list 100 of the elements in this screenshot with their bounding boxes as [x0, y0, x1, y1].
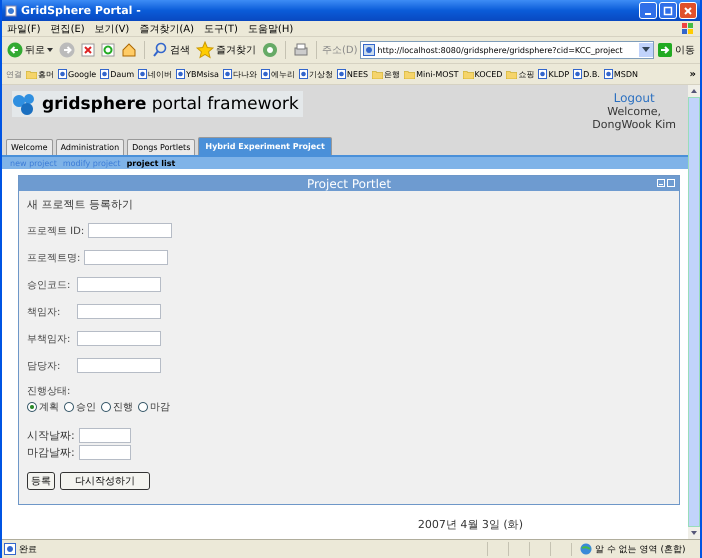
stop-button[interactable] — [79, 42, 97, 58]
logout-link[interactable]: Logout — [614, 91, 655, 105]
radio-button[interactable] — [64, 402, 74, 412]
status-text: 완료 — [2, 542, 487, 556]
page-icon — [58, 69, 67, 79]
page-icon — [362, 44, 375, 56]
link-item[interactable]: Google — [58, 69, 96, 79]
user-name: DongWook Kim — [592, 118, 676, 131]
caret-icon — [47, 48, 53, 52]
link-item[interactable]: 홍머 — [26, 68, 54, 80]
close-button[interactable] — [679, 2, 697, 19]
more-links-button[interactable]: » — [690, 68, 696, 80]
back-button[interactable]: 뒤로 — [5, 41, 55, 59]
menu-item[interactable]: 도구(T) — [204, 22, 238, 36]
page-icon — [538, 69, 548, 79]
media-button[interactable] — [260, 41, 280, 59]
menu-item[interactable]: 즐겨찾기(A) — [139, 22, 194, 36]
folder-icon — [404, 70, 416, 78]
window-title: GridSphere Portal - — [21, 4, 142, 17]
menu-item[interactable]: 도움말(H) — [248, 22, 294, 36]
input-field[interactable] — [77, 358, 161, 373]
page-icon — [604, 69, 613, 79]
menu-item[interactable]: 파일(F) — [7, 22, 41, 36]
page-icon — [100, 69, 110, 79]
link-item[interactable]: KLDP — [538, 69, 570, 79]
link-item[interactable]: 쇼핑 — [506, 68, 534, 80]
address-field[interactable]: http://localhost:8080/gridsphere/gridsphere?cid=KCC_project — [360, 41, 654, 59]
link-item[interactable]: 다나와 — [222, 68, 257, 80]
scroll-up-icon[interactable] — [691, 89, 697, 93]
dropdown-button[interactable] — [639, 43, 653, 57]
reset-button[interactable]: 다시작성하기 — [60, 472, 150, 490]
portlet-title: Project Portlet — [306, 176, 392, 190]
radio-label: 승인 — [76, 401, 96, 414]
search-button[interactable]: 검색 — [150, 41, 192, 59]
printer-icon — [293, 42, 309, 58]
link-item[interactable]: YBMsisa — [176, 69, 219, 79]
links-label: 연결 — [6, 68, 22, 80]
menu-item[interactable]: 보기(V) — [94, 22, 130, 36]
folder-icon — [506, 70, 518, 78]
search-icon — [152, 42, 168, 58]
radio-button[interactable] — [101, 402, 111, 412]
input-field[interactable] — [77, 304, 161, 319]
link-item[interactable]: MSDN — [604, 69, 638, 79]
input-field[interactable] — [77, 331, 161, 346]
date-text: 2007년 4월 3일 (화) — [416, 517, 524, 532]
tab[interactable]: Dongs Portlets — [127, 139, 196, 155]
logo: gridsphere portal framework — [12, 91, 303, 117]
field-label: 부책임자: — [27, 332, 72, 346]
minimize-icon[interactable] — [657, 179, 665, 187]
stop-icon — [81, 43, 95, 57]
link-item[interactable]: D.B. — [573, 69, 600, 79]
field-label: 프로젝트명: — [27, 252, 80, 264]
field-label: 시작날짜: — [27, 428, 75, 443]
link-item[interactable]: KOCED — [462, 70, 502, 78]
media-icon — [262, 42, 278, 58]
link-item[interactable]: Mini-MOST — [404, 70, 459, 78]
link-item[interactable]: 기상청 — [298, 68, 333, 80]
zone-text: 알 수 없는 영역 (혼합) — [571, 542, 700, 556]
radio-button[interactable] — [138, 402, 148, 412]
page-icon — [298, 69, 308, 79]
menu-item[interactable]: 편집(E) — [50, 22, 85, 36]
refresh-button[interactable] — [99, 42, 117, 58]
close-icon — [683, 6, 693, 16]
date-field[interactable] — [78, 428, 131, 443]
maximize-button[interactable] — [659, 2, 677, 19]
submit-button[interactable]: 등록 — [27, 472, 55, 490]
link-item[interactable]: 에누리 — [260, 68, 295, 80]
tab[interactable]: Welcome — [6, 139, 53, 155]
link-item[interactable]: Daum — [100, 69, 134, 79]
scroll-down-icon[interactable] — [691, 531, 697, 535]
page-icon — [222, 69, 232, 79]
field-label: 마감날짜: — [27, 445, 75, 460]
folder-icon — [372, 70, 384, 78]
radio-label: 진행 — [113, 401, 133, 414]
input-field[interactable] — [77, 277, 161, 292]
link-item[interactable]: 은행 — [372, 68, 400, 80]
page-icon — [4, 543, 16, 555]
minimize-button[interactable] — [639, 2, 657, 19]
caret-icon — [642, 47, 650, 53]
page-icon — [5, 4, 17, 16]
arrow-icon — [658, 43, 672, 57]
favorites-button[interactable]: 즐겨찾기 — [194, 40, 258, 60]
scrollbar[interactable] — [688, 85, 700, 539]
maximize-icon — [663, 6, 673, 16]
go-button[interactable]: 이동 — [656, 42, 697, 58]
field-label: 진행상태: — [27, 385, 72, 398]
date-field[interactable] — [78, 445, 131, 460]
page-icon — [176, 69, 186, 79]
link-item[interactable]: 네이버 — [138, 68, 172, 80]
input-field[interactable] — [84, 250, 168, 265]
input-field[interactable] — [88, 223, 172, 238]
maximize-icon[interactable] — [667, 179, 675, 187]
subnav-link[interactable]: project list — [126, 158, 176, 168]
radio-button[interactable] — [27, 402, 37, 412]
field-label: 프로젝트 ID: — [27, 224, 84, 238]
tab[interactable]: Administration — [56, 139, 124, 155]
link-item[interactable]: NEES — [336, 69, 368, 79]
page-icon — [260, 69, 270, 79]
star-icon — [196, 41, 214, 59]
field-label: 책임자: — [27, 306, 62, 318]
